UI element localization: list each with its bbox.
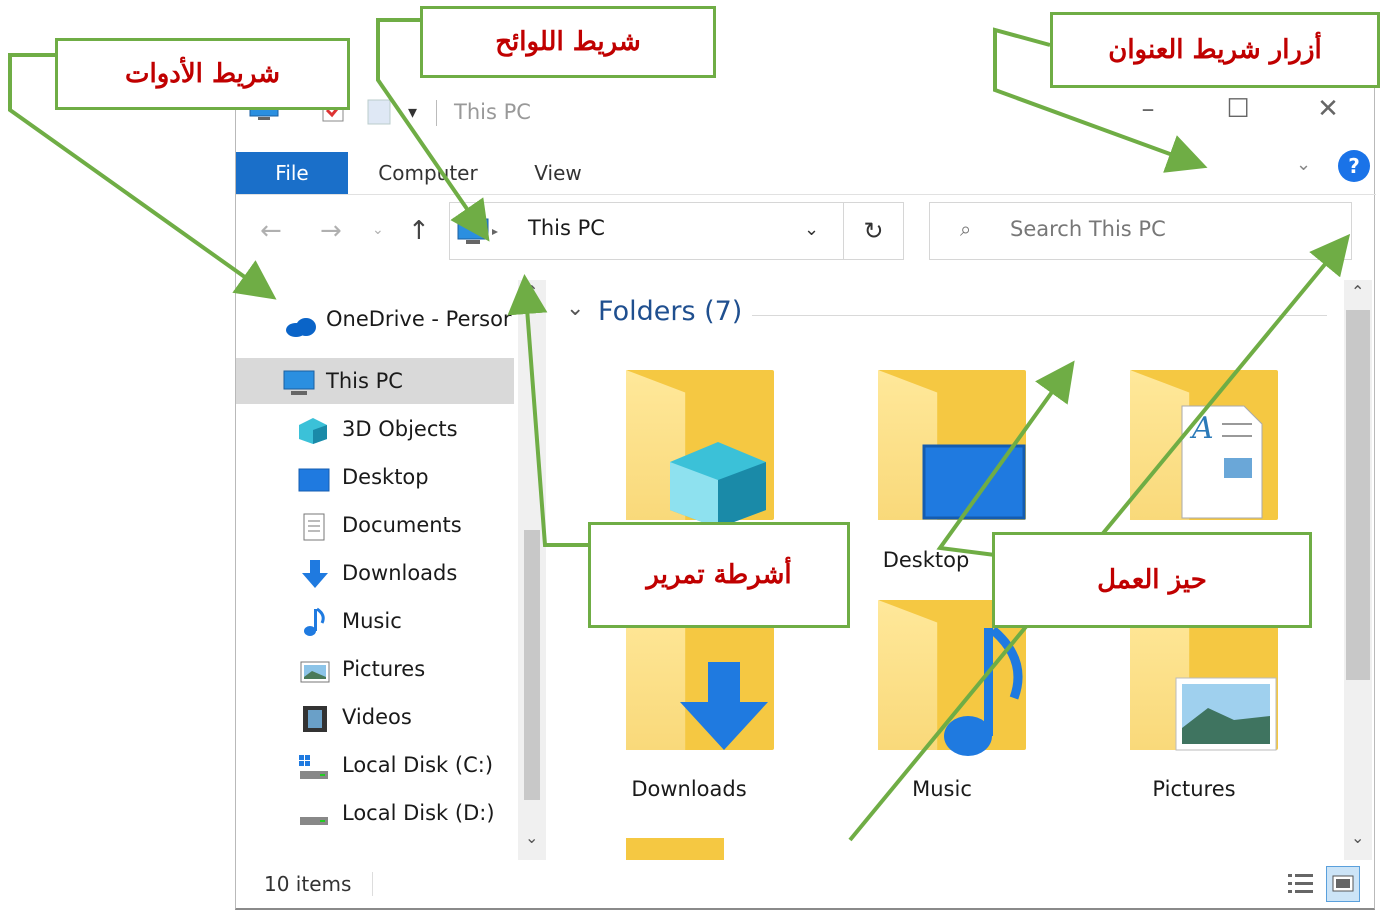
address-bar[interactable]: This PC ⌄ [449, 202, 844, 260]
navigation-pane: OneDrive - Persor This PC 3D Objects Des… [236, 270, 521, 870]
callout-address-buttons: أزرار شريط العنوان [1050, 12, 1380, 88]
callout-tabs-bar: شريط اللوائح [420, 6, 716, 78]
details-view-icon[interactable] [1286, 870, 1316, 900]
nav-item-3d-objects[interactable]: 3D Objects [236, 406, 516, 452]
documents-icon [302, 511, 332, 541]
content-scroll-down-icon[interactable]: ⌄ [1351, 828, 1364, 847]
ribbon-divider [236, 194, 1376, 195]
3d-objects-icon [298, 415, 328, 444]
help-icon[interactable]: ? [1338, 150, 1370, 182]
pictures-overlay-icon [1174, 676, 1278, 756]
maximize-button[interactable]: ☐ [1208, 94, 1268, 124]
address-text: This PC [528, 216, 605, 240]
nav-item-this-pc[interactable]: This PC [236, 358, 514, 404]
forward-button[interactable]: → [320, 216, 342, 246]
search-box[interactable]: ⌕ Search This PC [929, 202, 1352, 260]
videos-icon [302, 703, 332, 732]
callout-toolbar: شريط الأدوات [55, 38, 350, 110]
refresh-button[interactable]: ↻ [844, 202, 904, 260]
nav-item-local-disk-d[interactable]: Local Disk (D:) [236, 790, 516, 836]
address-dropdown-icon[interactable]: ⌄ [804, 219, 819, 240]
onedrive-icon [284, 308, 316, 337]
local-disk-c-icon [298, 751, 328, 779]
tab-file[interactable]: File [236, 152, 348, 194]
new-folder-qat-icon[interactable] [366, 96, 392, 126]
up-button[interactable]: ↑ [408, 216, 430, 246]
folder-caption-pictures: Pictures [1152, 777, 1236, 801]
section-collapse-icon[interactable]: ⌄ [566, 296, 584, 321]
search-placeholder[interactable]: Search This PC [1010, 217, 1166, 241]
status-divider [372, 872, 373, 896]
folder-3d-objects[interactable] [626, 370, 774, 528]
status-item-count: 10 items [264, 872, 352, 896]
folder-caption-music: Music [912, 777, 972, 801]
music-icon [302, 607, 332, 636]
callout-scrollbars: أشرطة تمرير [588, 522, 850, 628]
nav-item-downloads[interactable]: Downloads [236, 550, 516, 596]
nav-scroll-thumb[interactable] [524, 530, 540, 800]
folder-partial[interactable] [626, 838, 724, 860]
3d-objects-overlay-icon [666, 440, 770, 534]
title-divider [436, 100, 437, 126]
pictures-icon [300, 655, 330, 683]
tab-view[interactable]: View [518, 152, 598, 194]
nav-pane-scrollbar[interactable]: ⌃ ⌄ [518, 280, 546, 860]
desktop-icon [298, 463, 330, 492]
search-icon: ⌕ [960, 217, 972, 241]
computer-icon [282, 367, 315, 395]
music-overlay-icon [938, 624, 1028, 764]
nav-scroll-down-icon[interactable]: ⌄ [525, 828, 538, 847]
folder-caption-downloads: Downloads [631, 777, 747, 801]
address-computer-icon [456, 217, 502, 251]
close-button[interactable]: ✕ [1298, 94, 1358, 124]
recent-locations-icon[interactable]: ⌄ [372, 222, 384, 238]
section-header-folders[interactable]: Folders (7) [598, 296, 742, 327]
content-scrollbar[interactable]: ⌃ ⌄ [1344, 280, 1372, 860]
folder-desktop[interactable] [878, 370, 1026, 520]
minimize-button[interactable]: – [1118, 94, 1178, 124]
local-disk-d-icon [298, 799, 328, 827]
documents-overlay-icon: A [1180, 404, 1264, 524]
nav-item-music[interactable]: Music [236, 598, 516, 644]
nav-scroll-up-icon[interactable]: ⌃ [525, 282, 538, 301]
window-title: This PC [454, 100, 531, 124]
customize-qat-icon[interactable]: ▾ [408, 102, 417, 123]
nav-item-onedrive[interactable]: OneDrive - Persor [236, 296, 516, 342]
nav-item-documents[interactable]: Documents [236, 502, 516, 548]
desktop-overlay-icon [922, 444, 1026, 528]
nav-item-local-disk-c[interactable]: Local Disk (C:) [236, 742, 516, 788]
content-scroll-up-icon[interactable]: ⌃ [1351, 282, 1364, 301]
content-scroll-thumb[interactable] [1346, 310, 1370, 680]
ribbon-expand-icon[interactable]: ⌄ [1296, 154, 1311, 175]
svg-text:A: A [1189, 411, 1214, 446]
nav-item-desktop[interactable]: Desktop [236, 454, 516, 500]
section-divider [752, 315, 1327, 316]
folder-documents[interactable]: A [1130, 370, 1278, 520]
nav-item-videos[interactable]: Videos [236, 694, 516, 740]
downloads-icon [300, 559, 330, 588]
large-icons-view-icon[interactable] [1326, 866, 1360, 902]
tab-computer[interactable]: Computer [364, 152, 492, 194]
folder-caption-desktop: Desktop [882, 548, 970, 572]
callout-workspace: حيز العمل [992, 532, 1312, 628]
explorer-window: ▾ This PC – ☐ ✕ File Computer View ⌄ ? ←… [235, 80, 1376, 910]
back-button[interactable]: ← [260, 216, 282, 246]
nav-item-pictures[interactable]: Pictures [236, 646, 516, 692]
downloads-overlay-icon [678, 660, 770, 758]
